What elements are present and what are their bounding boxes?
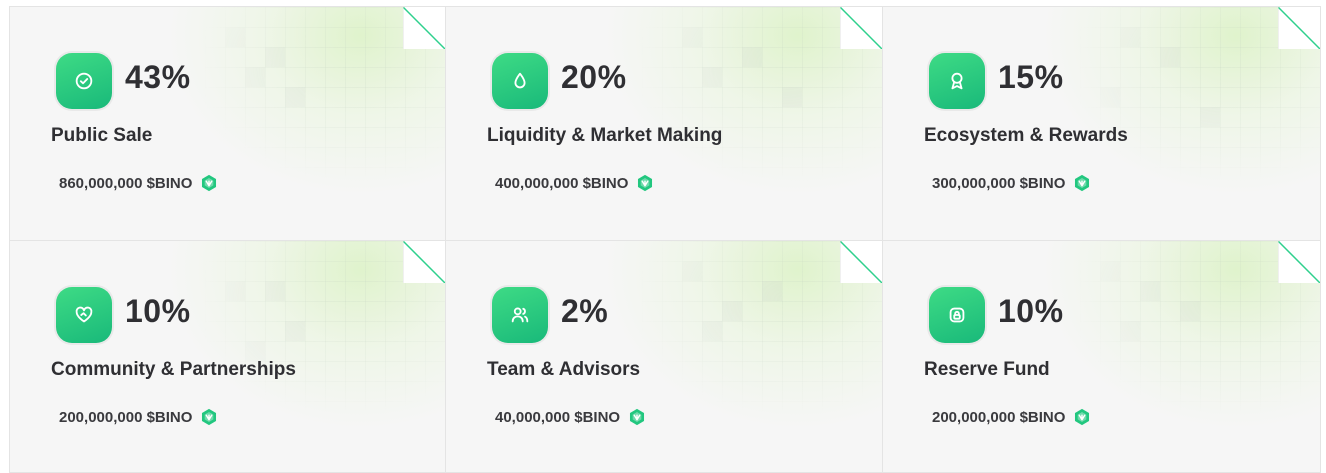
folded-corner-icon bbox=[1278, 241, 1320, 283]
category-icon-container bbox=[490, 51, 550, 111]
allocation-percent: 2% bbox=[561, 293, 609, 329]
token-icon bbox=[202, 174, 217, 192]
allocation-title: Team & Advisors bbox=[487, 359, 641, 380]
category-icon-container bbox=[927, 285, 987, 345]
lock-icon bbox=[949, 307, 965, 323]
allocation-card-liquidity: 20% Liquidity & Market Making 400,000,00… bbox=[446, 6, 883, 241]
category-icon-container bbox=[54, 285, 114, 345]
allocation-amount: 40,000,000 $BINO bbox=[495, 408, 621, 426]
allocation-card-reserve: 10% Reserve Fund 200,000,000 $BINO bbox=[883, 241, 1321, 473]
folded-corner-icon bbox=[403, 7, 445, 49]
allocation-grid: 43% Public Sale 860,000,000 $BINO 20% Li… bbox=[9, 6, 1321, 473]
category-icon-container bbox=[927, 51, 987, 111]
category-icon-container bbox=[54, 51, 114, 111]
allocation-card-team: 2% Team & Advisors 40,000,000 $BINO bbox=[446, 241, 883, 473]
allocation-percent: 10% bbox=[125, 293, 191, 329]
droplet-icon bbox=[514, 72, 526, 89]
allocation-amount-row: 200,000,000 $BINO bbox=[59, 408, 218, 426]
users-icon bbox=[511, 307, 529, 323]
folded-corner-icon bbox=[840, 7, 882, 49]
allocation-card-public-sale: 43% Public Sale 860,000,000 $BINO bbox=[9, 6, 446, 241]
folded-corner-icon bbox=[403, 241, 445, 283]
award-icon bbox=[951, 72, 963, 90]
allocation-card-ecosystem: 15% Ecosystem & Rewards 300,000,000 $BIN… bbox=[883, 6, 1321, 241]
allocation-title: Ecosystem & Rewards bbox=[924, 125, 1128, 146]
allocation-amount-row: 400,000,000 $BINO bbox=[495, 174, 654, 192]
allocation-title: Public Sale bbox=[51, 125, 153, 146]
allocation-percent: 10% bbox=[998, 293, 1064, 329]
allocation-amount: 200,000,000 $BINO bbox=[59, 408, 193, 426]
token-icon bbox=[202, 408, 217, 426]
allocation-card-community: 10% Community & Partnerships 200,000,000… bbox=[9, 241, 446, 473]
allocation-title: Liquidity & Market Making bbox=[487, 125, 723, 146]
allocation-amount: 300,000,000 $BINO bbox=[932, 174, 1066, 192]
allocation-percent: 43% bbox=[125, 59, 191, 95]
allocation-amount: 860,000,000 $BINO bbox=[59, 174, 193, 192]
allocation-amount-row: 300,000,000 $BINO bbox=[932, 174, 1091, 192]
token-icon bbox=[1075, 174, 1090, 192]
allocation-amount-row: 40,000,000 $BINO bbox=[495, 408, 646, 426]
allocation-amount: 200,000,000 $BINO bbox=[932, 408, 1066, 426]
allocation-amount-row: 860,000,000 $BINO bbox=[59, 174, 218, 192]
allocation-title: Community & Partnerships bbox=[51, 359, 296, 380]
token-icon bbox=[1075, 408, 1090, 426]
token-icon bbox=[630, 408, 645, 426]
folded-corner-icon bbox=[1278, 7, 1320, 49]
allocation-amount: 400,000,000 $BINO bbox=[495, 174, 629, 192]
check-circle-icon bbox=[75, 72, 93, 90]
category-icon-container bbox=[490, 285, 550, 345]
allocation-amount-row: 200,000,000 $BINO bbox=[932, 408, 1091, 426]
allocation-title: Reserve Fund bbox=[924, 359, 1050, 380]
folded-corner-icon bbox=[840, 241, 882, 283]
token-icon bbox=[638, 174, 653, 192]
allocation-percent: 15% bbox=[998, 59, 1064, 95]
allocation-percent: 20% bbox=[561, 59, 627, 95]
heart-handshake-icon bbox=[75, 306, 93, 323]
